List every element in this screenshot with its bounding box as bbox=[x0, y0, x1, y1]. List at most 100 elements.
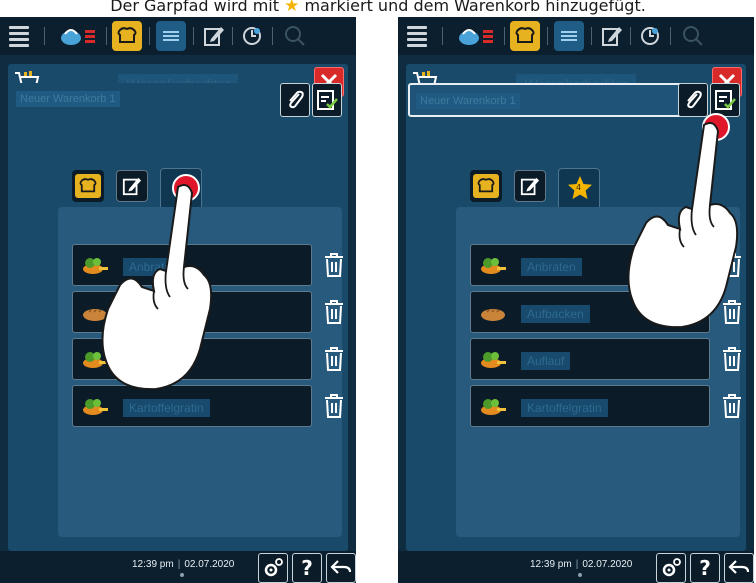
basket-name-value: Neuer Warenkorb 1 bbox=[416, 93, 520, 109]
basket-name-value: Neuer Warenkorb 1 bbox=[16, 91, 120, 107]
back-arrow-icon bbox=[728, 560, 750, 574]
trash-icon[interactable] bbox=[721, 252, 743, 278]
vegetables-icon bbox=[481, 352, 506, 368]
menu-icon[interactable] bbox=[6, 21, 32, 51]
device-screen-left: Warenkorbeditor Neuer Warenkorb 1 Anbrat… bbox=[0, 17, 356, 583]
intelligent-cooking-icon[interactable] bbox=[237, 21, 267, 51]
status-bar: 12:39 pm | 02.07.2020 ? bbox=[398, 551, 754, 583]
settings-button[interactable] bbox=[656, 553, 686, 583]
recipe-label: Kartoffelgratin bbox=[521, 399, 608, 417]
edit-icon bbox=[122, 177, 142, 196]
menu-icon[interactable] bbox=[404, 21, 430, 51]
time-text: 12:39 pm bbox=[530, 559, 572, 570]
list-item[interactable]: Aufbacken bbox=[72, 291, 312, 333]
list-item[interactable]: Kartoffelgratin bbox=[72, 385, 312, 427]
help-button[interactable]: ? bbox=[292, 553, 322, 583]
confirm-button[interactable] bbox=[710, 83, 740, 117]
trash-icon[interactable] bbox=[721, 393, 743, 419]
chef-hat-icon bbox=[79, 178, 97, 193]
caption-text-after: markiert und dem Warenkorb hinzugefügt. bbox=[304, 0, 646, 15]
tap-indicator bbox=[702, 113, 730, 141]
cooking-paths-icon[interactable] bbox=[56, 21, 102, 51]
tab-favorites[interactable]: 4 bbox=[558, 168, 600, 208]
indicator-dot bbox=[578, 573, 582, 577]
search-icon[interactable] bbox=[678, 21, 708, 51]
top-toolbar bbox=[0, 17, 356, 55]
bread-icon bbox=[83, 309, 107, 321]
list-item[interactable]: Kartoffelgratin bbox=[470, 385, 710, 427]
time-text: 12:39 pm bbox=[132, 559, 174, 570]
checklist-icon bbox=[715, 90, 736, 110]
trash-icon[interactable] bbox=[323, 252, 345, 278]
list-item[interactable]: Auflauf bbox=[470, 338, 710, 380]
date-text: 02.07.2020 bbox=[184, 559, 235, 570]
caption-text-before: Der Garpfad wird mit bbox=[110, 0, 280, 15]
clock: 12:39 pm | 02.07.2020 bbox=[132, 559, 235, 570]
basket-list-icon[interactable] bbox=[554, 21, 584, 51]
trash-icon[interactable] bbox=[323, 299, 345, 325]
chef-hat-icon[interactable] bbox=[510, 21, 540, 51]
tap-indicator bbox=[172, 174, 200, 202]
gear-icon bbox=[662, 558, 681, 577]
trash-icon[interactable] bbox=[323, 393, 345, 419]
attach-button[interactable] bbox=[280, 83, 310, 117]
trash-icon[interactable] bbox=[721, 299, 743, 325]
vegetables-icon bbox=[83, 258, 108, 274]
paperclip-icon bbox=[687, 90, 702, 109]
basket-name-input[interactable]: Neuer Warenkorb 1 bbox=[10, 83, 284, 117]
vegetables-icon bbox=[481, 258, 506, 274]
vegetables-icon bbox=[481, 399, 506, 415]
help-icon: ? bbox=[699, 556, 711, 580]
edit-icon bbox=[520, 177, 540, 196]
date-text: 02.07.2020 bbox=[582, 559, 633, 570]
bread-icon bbox=[481, 309, 505, 321]
tab-edit[interactable] bbox=[116, 170, 148, 202]
gear-icon bbox=[264, 558, 283, 577]
clock: 12:39 pm | 02.07.2020 bbox=[530, 559, 633, 570]
recipe-label: Aufbacken bbox=[123, 305, 192, 323]
chef-hat-icon[interactable] bbox=[112, 21, 142, 51]
checklist-icon bbox=[317, 90, 338, 110]
search-icon[interactable] bbox=[280, 21, 310, 51]
basket-name-input[interactable]: Neuer Warenkorb 1 bbox=[408, 83, 682, 117]
status-bar: 12:39 pm | 02.07.2020 ? bbox=[0, 551, 356, 583]
basket-list-icon[interactable] bbox=[156, 21, 186, 51]
recipe-label: Auflauf bbox=[123, 352, 173, 370]
back-button[interactable] bbox=[724, 553, 754, 583]
top-toolbar bbox=[398, 17, 754, 55]
star-icon: ★ bbox=[284, 0, 300, 16]
tab-edit[interactable] bbox=[514, 170, 546, 202]
recipe-label: Aufbacken bbox=[521, 305, 590, 323]
trash-icon[interactable] bbox=[323, 346, 345, 372]
settings-button[interactable] bbox=[258, 553, 288, 583]
vegetables-icon bbox=[83, 352, 108, 368]
list-item[interactable]: Aufbacken bbox=[470, 291, 710, 333]
attach-button[interactable] bbox=[678, 83, 708, 117]
list-item[interactable]: Anbraten bbox=[470, 244, 710, 286]
intelligent-cooking-icon[interactable] bbox=[635, 21, 665, 51]
recipe-label: Auflauf bbox=[521, 352, 571, 370]
help-button[interactable]: ? bbox=[690, 553, 720, 583]
recipe-label: Kartoffelgratin bbox=[123, 399, 210, 417]
list-item[interactable]: Auflauf bbox=[72, 338, 312, 380]
device-screen-right: Warenkorbeditor Neuer Warenkorb 1 4 Anbr… bbox=[398, 17, 754, 583]
instruction-caption: Der Garpfad wird mit ★ markiert und dem … bbox=[0, 0, 756, 17]
back-arrow-icon bbox=[330, 560, 352, 574]
list-item[interactable]: Anbraten bbox=[72, 244, 312, 286]
recipe-label: Anbraten bbox=[521, 258, 582, 276]
vegetables-icon bbox=[83, 399, 108, 415]
cooking-paths-icon[interactable] bbox=[454, 21, 500, 51]
paperclip-icon bbox=[289, 90, 304, 109]
tab-cooking-paths[interactable] bbox=[72, 170, 104, 202]
recipe-label: Anbraten bbox=[123, 258, 184, 276]
edit-icon[interactable] bbox=[597, 21, 627, 51]
edit-icon[interactable] bbox=[199, 21, 229, 51]
trash-icon[interactable] bbox=[721, 346, 743, 372]
help-icon: ? bbox=[301, 556, 313, 580]
back-button[interactable] bbox=[326, 553, 356, 583]
confirm-button[interactable] bbox=[312, 83, 342, 117]
chef-hat-icon bbox=[477, 178, 495, 193]
favorite-count: 4 bbox=[576, 183, 582, 192]
tab-cooking-paths[interactable] bbox=[470, 170, 502, 202]
indicator-dot bbox=[180, 573, 184, 577]
